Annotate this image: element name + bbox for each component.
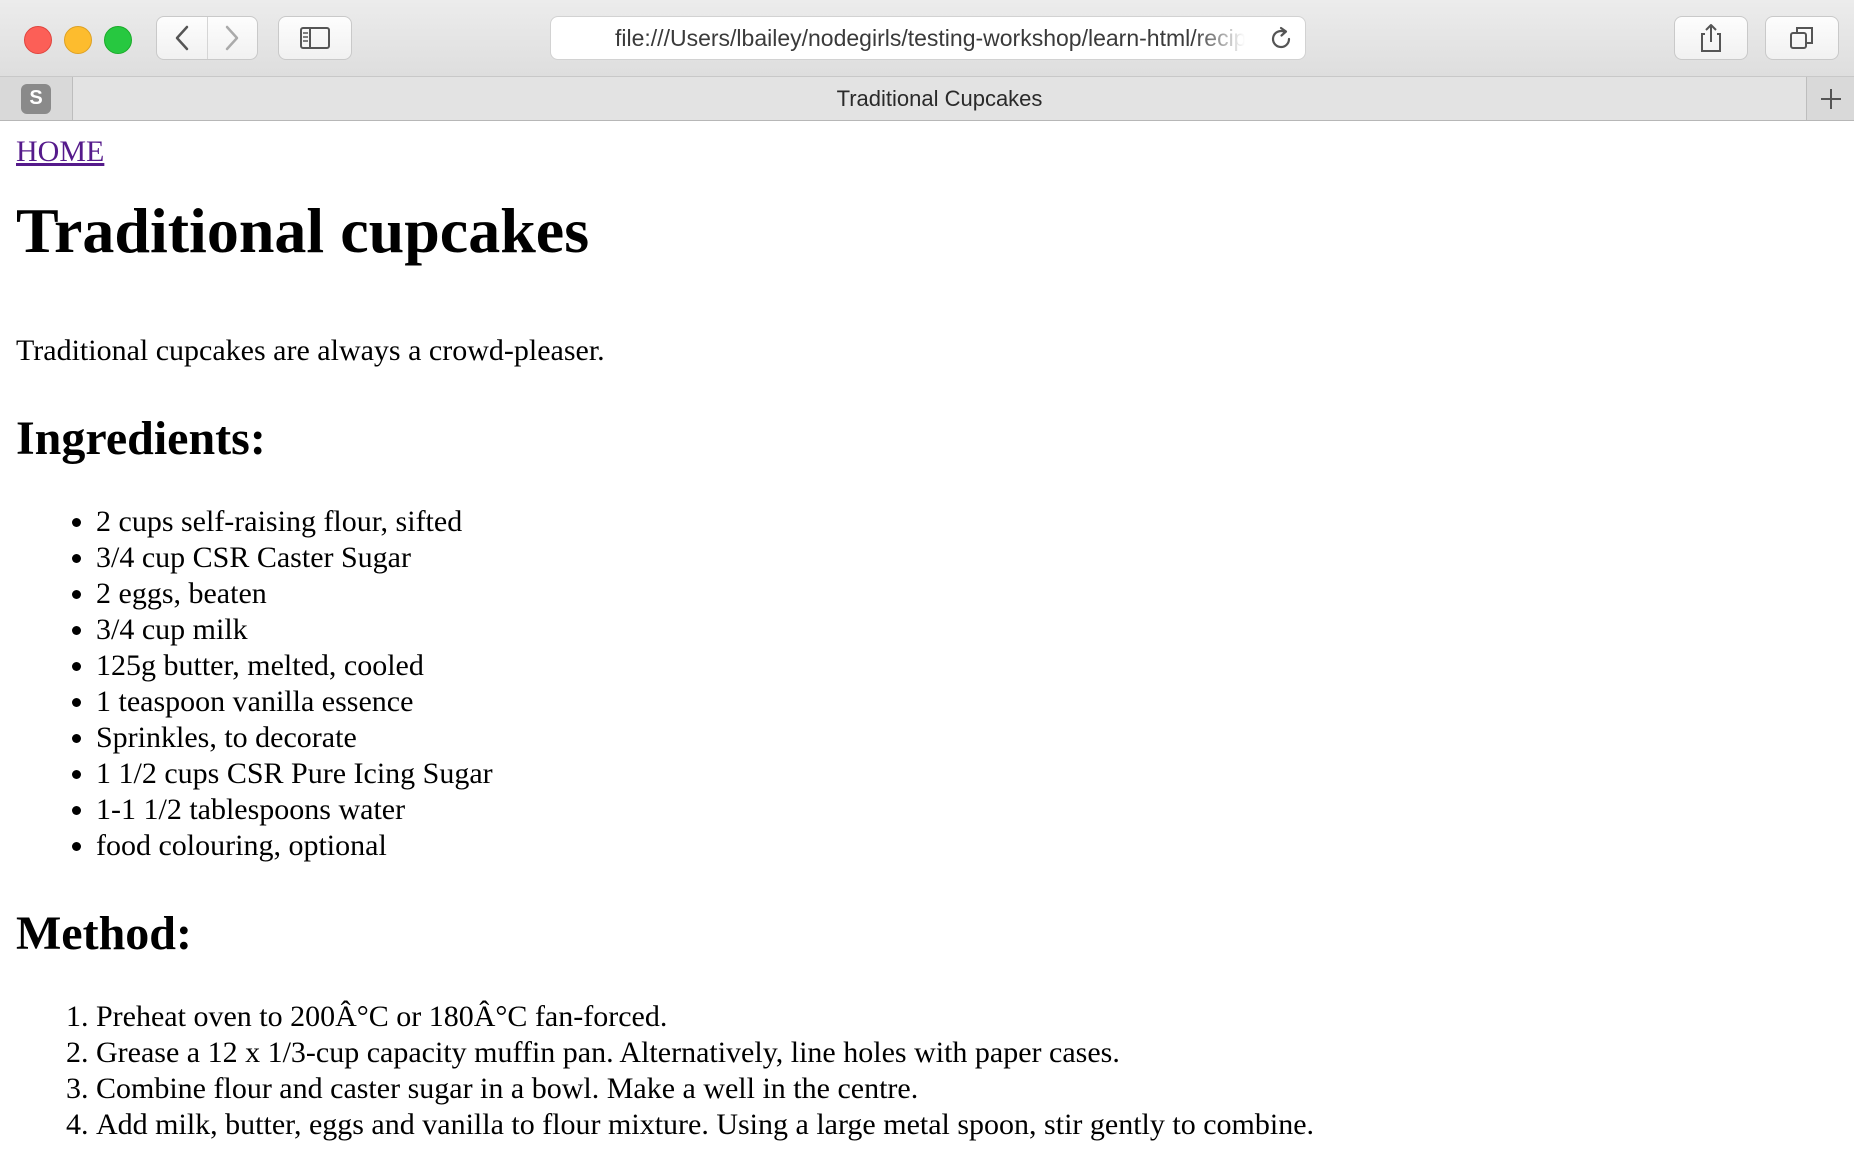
tab-title: Traditional Cupcakes (836, 85, 1043, 111)
share-icon (1701, 24, 1721, 52)
ingredient-item: Sprinkles, to decorate (96, 720, 493, 756)
ingredient-item: 1 teaspoon vanilla essence (96, 684, 493, 720)
chevron-right-icon (226, 25, 239, 51)
ingredient-item: 125g butter, melted, cooled (96, 648, 493, 684)
url-text[interactable]: file:///Users/lbailey/nodegirls/testing-… (615, 17, 1245, 59)
reload-icon (1271, 26, 1291, 49)
method-step: Combine flour and caster sugar in a bowl… (96, 1071, 1314, 1107)
back-button[interactable] (157, 17, 207, 59)
share-button[interactable] (1674, 16, 1748, 60)
active-tab[interactable]: Traditional Cupcakes (73, 77, 1806, 120)
close-window-button[interactable] (24, 26, 52, 54)
ingredient-item: 3/4 cup CSR Caster Sugar (96, 540, 493, 576)
ingredient-item: 2 cups self-raising flour, sifted (96, 504, 493, 540)
intro-paragraph: Traditional cupcakes are always a crowd-… (16, 334, 605, 367)
ingredient-item: food colouring, optional (96, 828, 493, 864)
tab-bar: S Traditional Cupcakes (0, 77, 1854, 121)
tabs-overview-icon (1790, 27, 1813, 49)
pinned-site-icon: S (21, 83, 51, 114)
plus-icon (1821, 88, 1841, 109)
method-heading: Method: (16, 907, 192, 960)
ingredient-item: 3/4 cup milk (96, 612, 493, 648)
ingredient-item: 1-1 1/2 tablespoons water (96, 792, 493, 828)
sidebar-icon (300, 27, 330, 49)
ingredients-list: 2 cups self-raising flour, sifted 3/4 cu… (16, 504, 493, 864)
page-content: HOME Traditional cupcakes Traditional cu… (16, 121, 1836, 1154)
ingredients-heading: Ingredients: (16, 412, 266, 465)
show-all-tabs-button[interactable] (1765, 16, 1839, 60)
reload-button[interactable] (1267, 25, 1295, 53)
method-step: Add milk, butter, eggs and vanilla to fl… (96, 1107, 1314, 1143)
sidebar-toggle-button[interactable] (278, 16, 352, 60)
zoom-window-button[interactable] (104, 26, 132, 54)
chevron-left-icon (175, 25, 188, 51)
page-title: Traditional cupcakes (16, 195, 590, 266)
minimize-window-button[interactable] (64, 26, 92, 54)
method-step: Grease a 12 x 1/3-cup capacity muffin pa… (96, 1035, 1314, 1071)
address-bar[interactable]: file:///Users/lbailey/nodegirls/testing-… (550, 16, 1306, 60)
browser-toolbar: file:///Users/lbailey/nodegirls/testing-… (0, 0, 1854, 77)
method-step: Preheat oven to 200Â°C or 180Â°C fan-for… (96, 999, 1314, 1035)
method-list: Preheat oven to 200Â°C or 180Â°C fan-for… (16, 999, 1314, 1143)
home-link[interactable]: HOME (16, 137, 104, 167)
forward-button[interactable] (206, 17, 258, 59)
new-tab-button[interactable] (1806, 77, 1854, 120)
navigation-buttons (156, 16, 258, 60)
ingredient-item: 1 1/2 cups CSR Pure Icing Sugar (96, 756, 493, 792)
ingredient-item: 2 eggs, beaten (96, 576, 493, 612)
pinned-tab[interactable]: S (0, 77, 73, 120)
